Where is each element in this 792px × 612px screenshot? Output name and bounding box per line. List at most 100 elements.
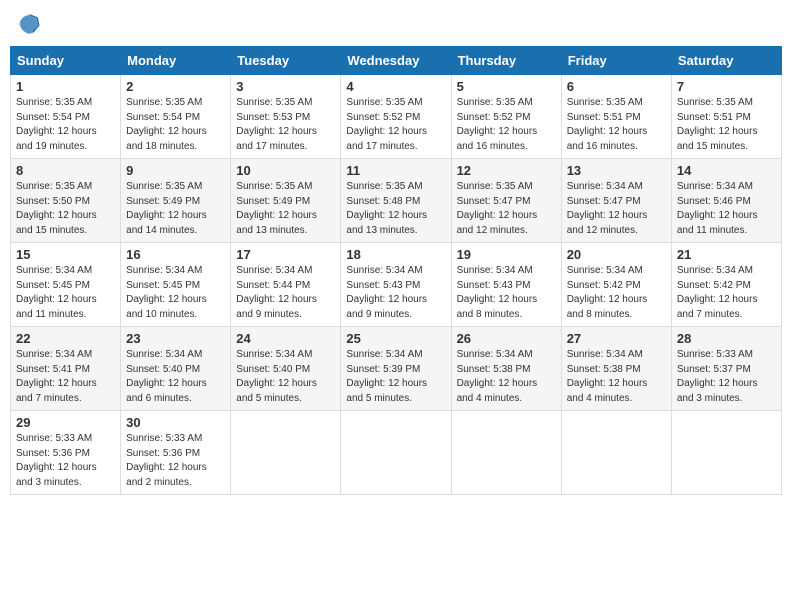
calendar-cell: 5 Sunrise: 5:35 AMSunset: 5:52 PMDayligh… xyxy=(451,75,561,159)
calendar-cell: 3 Sunrise: 5:35 AMSunset: 5:53 PMDayligh… xyxy=(231,75,341,159)
day-info: Sunrise: 5:35 AMSunset: 5:53 PMDaylight:… xyxy=(236,96,335,154)
calendar-cell: 21 Sunrise: 5:34 AMSunset: 5:42 PMDaylig… xyxy=(671,243,781,327)
day-number: 25 xyxy=(346,331,445,346)
day-info: Sunrise: 5:34 AMSunset: 5:45 PMDaylight:… xyxy=(16,264,115,322)
calendar-cell xyxy=(451,411,561,495)
calendar-week-5: 29 Sunrise: 5:33 AMSunset: 5:36 PMDaylig… xyxy=(11,411,782,495)
calendar-cell: 19 Sunrise: 5:34 AMSunset: 5:43 PMDaylig… xyxy=(451,243,561,327)
calendar-cell: 13 Sunrise: 5:34 AMSunset: 5:47 PMDaylig… xyxy=(561,159,671,243)
day-info: Sunrise: 5:33 AMSunset: 5:36 PMDaylight:… xyxy=(126,432,225,490)
day-info: Sunrise: 5:33 AMSunset: 5:37 PMDaylight:… xyxy=(677,348,776,406)
calendar-cell: 7 Sunrise: 5:35 AMSunset: 5:51 PMDayligh… xyxy=(671,75,781,159)
day-number: 3 xyxy=(236,79,335,94)
calendar-week-4: 22 Sunrise: 5:34 AMSunset: 5:41 PMDaylig… xyxy=(11,327,782,411)
day-number: 17 xyxy=(236,247,335,262)
day-number: 14 xyxy=(677,163,776,178)
day-info: Sunrise: 5:34 AMSunset: 5:38 PMDaylight:… xyxy=(567,348,666,406)
calendar-cell: 16 Sunrise: 5:34 AMSunset: 5:45 PMDaylig… xyxy=(121,243,231,327)
calendar-week-3: 15 Sunrise: 5:34 AMSunset: 5:45 PMDaylig… xyxy=(11,243,782,327)
day-number: 19 xyxy=(457,247,556,262)
logo-icon xyxy=(14,10,42,38)
page-header xyxy=(10,10,782,38)
calendar-cell xyxy=(231,411,341,495)
day-number: 8 xyxy=(16,163,115,178)
day-number: 23 xyxy=(126,331,225,346)
day-info: Sunrise: 5:35 AMSunset: 5:47 PMDaylight:… xyxy=(457,180,556,238)
day-number: 9 xyxy=(126,163,225,178)
day-info: Sunrise: 5:34 AMSunset: 5:41 PMDaylight:… xyxy=(16,348,115,406)
day-info: Sunrise: 5:35 AMSunset: 5:49 PMDaylight:… xyxy=(126,180,225,238)
day-number: 5 xyxy=(457,79,556,94)
day-info: Sunrise: 5:35 AMSunset: 5:51 PMDaylight:… xyxy=(567,96,666,154)
calendar-cell: 12 Sunrise: 5:35 AMSunset: 5:47 PMDaylig… xyxy=(451,159,561,243)
calendar-cell: 15 Sunrise: 5:34 AMSunset: 5:45 PMDaylig… xyxy=(11,243,121,327)
day-number: 20 xyxy=(567,247,666,262)
day-number: 29 xyxy=(16,415,115,430)
logo xyxy=(14,10,46,38)
day-info: Sunrise: 5:34 AMSunset: 5:43 PMDaylight:… xyxy=(346,264,445,322)
calendar-cell: 25 Sunrise: 5:34 AMSunset: 5:39 PMDaylig… xyxy=(341,327,451,411)
day-number: 15 xyxy=(16,247,115,262)
day-info: Sunrise: 5:35 AMSunset: 5:48 PMDaylight:… xyxy=(346,180,445,238)
calendar-week-1: 1 Sunrise: 5:35 AMSunset: 5:54 PMDayligh… xyxy=(11,75,782,159)
calendar-cell: 29 Sunrise: 5:33 AMSunset: 5:36 PMDaylig… xyxy=(11,411,121,495)
day-info: Sunrise: 5:35 AMSunset: 5:54 PMDaylight:… xyxy=(16,96,115,154)
col-header-monday: Monday xyxy=(121,47,231,75)
day-info: Sunrise: 5:34 AMSunset: 5:46 PMDaylight:… xyxy=(677,180,776,238)
calendar-cell: 4 Sunrise: 5:35 AMSunset: 5:52 PMDayligh… xyxy=(341,75,451,159)
day-number: 11 xyxy=(346,163,445,178)
calendar-table: SundayMondayTuesdayWednesdayThursdayFrid… xyxy=(10,46,782,495)
day-number: 1 xyxy=(16,79,115,94)
day-number: 26 xyxy=(457,331,556,346)
day-number: 21 xyxy=(677,247,776,262)
day-number: 28 xyxy=(677,331,776,346)
day-number: 7 xyxy=(677,79,776,94)
day-number: 24 xyxy=(236,331,335,346)
day-info: Sunrise: 5:35 AMSunset: 5:54 PMDaylight:… xyxy=(126,96,225,154)
calendar-cell: 20 Sunrise: 5:34 AMSunset: 5:42 PMDaylig… xyxy=(561,243,671,327)
calendar-cell: 27 Sunrise: 5:34 AMSunset: 5:38 PMDaylig… xyxy=(561,327,671,411)
day-number: 30 xyxy=(126,415,225,430)
col-header-tuesday: Tuesday xyxy=(231,47,341,75)
calendar-header-row: SundayMondayTuesdayWednesdayThursdayFrid… xyxy=(11,47,782,75)
day-number: 2 xyxy=(126,79,225,94)
calendar-cell: 26 Sunrise: 5:34 AMSunset: 5:38 PMDaylig… xyxy=(451,327,561,411)
day-number: 10 xyxy=(236,163,335,178)
day-number: 18 xyxy=(346,247,445,262)
day-info: Sunrise: 5:34 AMSunset: 5:42 PMDaylight:… xyxy=(567,264,666,322)
calendar-cell: 28 Sunrise: 5:33 AMSunset: 5:37 PMDaylig… xyxy=(671,327,781,411)
calendar-cell: 2 Sunrise: 5:35 AMSunset: 5:54 PMDayligh… xyxy=(121,75,231,159)
calendar-cell: 17 Sunrise: 5:34 AMSunset: 5:44 PMDaylig… xyxy=(231,243,341,327)
day-info: Sunrise: 5:35 AMSunset: 5:51 PMDaylight:… xyxy=(677,96,776,154)
calendar-cell: 6 Sunrise: 5:35 AMSunset: 5:51 PMDayligh… xyxy=(561,75,671,159)
calendar-cell xyxy=(341,411,451,495)
calendar-cell: 24 Sunrise: 5:34 AMSunset: 5:40 PMDaylig… xyxy=(231,327,341,411)
day-info: Sunrise: 5:33 AMSunset: 5:36 PMDaylight:… xyxy=(16,432,115,490)
calendar-cell: 11 Sunrise: 5:35 AMSunset: 5:48 PMDaylig… xyxy=(341,159,451,243)
calendar-cell: 14 Sunrise: 5:34 AMSunset: 5:46 PMDaylig… xyxy=(671,159,781,243)
calendar-week-2: 8 Sunrise: 5:35 AMSunset: 5:50 PMDayligh… xyxy=(11,159,782,243)
day-info: Sunrise: 5:34 AMSunset: 5:39 PMDaylight:… xyxy=(346,348,445,406)
col-header-saturday: Saturday xyxy=(671,47,781,75)
col-header-sunday: Sunday xyxy=(11,47,121,75)
day-info: Sunrise: 5:34 AMSunset: 5:38 PMDaylight:… xyxy=(457,348,556,406)
day-info: Sunrise: 5:34 AMSunset: 5:44 PMDaylight:… xyxy=(236,264,335,322)
day-info: Sunrise: 5:34 AMSunset: 5:40 PMDaylight:… xyxy=(236,348,335,406)
calendar-cell: 23 Sunrise: 5:34 AMSunset: 5:40 PMDaylig… xyxy=(121,327,231,411)
calendar-cell: 18 Sunrise: 5:34 AMSunset: 5:43 PMDaylig… xyxy=(341,243,451,327)
calendar-cell: 8 Sunrise: 5:35 AMSunset: 5:50 PMDayligh… xyxy=(11,159,121,243)
day-info: Sunrise: 5:34 AMSunset: 5:47 PMDaylight:… xyxy=(567,180,666,238)
day-info: Sunrise: 5:34 AMSunset: 5:40 PMDaylight:… xyxy=(126,348,225,406)
calendar-cell xyxy=(561,411,671,495)
col-header-friday: Friday xyxy=(561,47,671,75)
calendar-cell: 30 Sunrise: 5:33 AMSunset: 5:36 PMDaylig… xyxy=(121,411,231,495)
day-info: Sunrise: 5:35 AMSunset: 5:52 PMDaylight:… xyxy=(346,96,445,154)
day-info: Sunrise: 5:34 AMSunset: 5:42 PMDaylight:… xyxy=(677,264,776,322)
col-header-wednesday: Wednesday xyxy=(341,47,451,75)
calendar-cell: 22 Sunrise: 5:34 AMSunset: 5:41 PMDaylig… xyxy=(11,327,121,411)
calendar-cell xyxy=(671,411,781,495)
day-number: 13 xyxy=(567,163,666,178)
day-number: 6 xyxy=(567,79,666,94)
day-info: Sunrise: 5:34 AMSunset: 5:45 PMDaylight:… xyxy=(126,264,225,322)
day-info: Sunrise: 5:35 AMSunset: 5:49 PMDaylight:… xyxy=(236,180,335,238)
